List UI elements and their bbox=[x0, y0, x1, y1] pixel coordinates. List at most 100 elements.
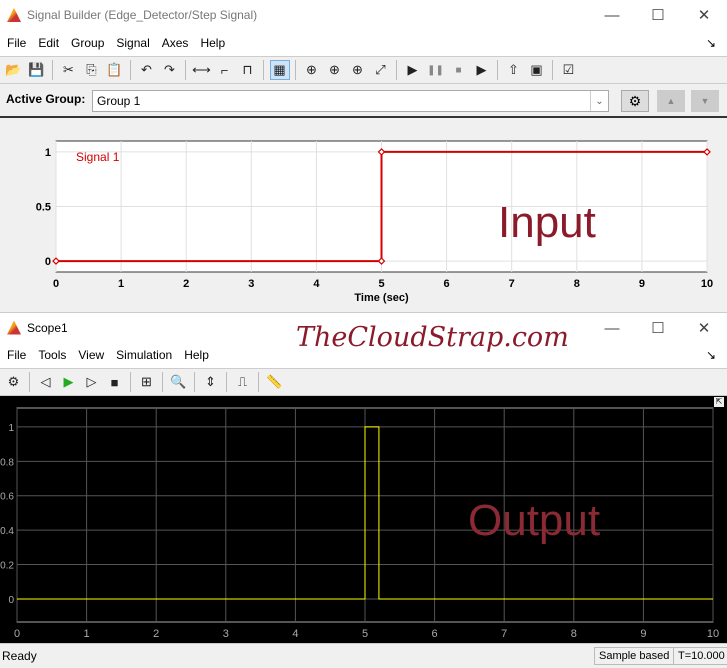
toolbar-separator bbox=[194, 372, 195, 392]
menu-view[interactable]: View bbox=[78, 348, 104, 362]
toolbar-separator bbox=[552, 60, 553, 80]
undock-icon[interactable]: ↘ bbox=[706, 348, 716, 362]
menu-tools[interactable]: Tools bbox=[38, 348, 66, 362]
scope-toolbar: ⚙ ◁ ▶ ▷ ■ ⊞ 🔍 ⇕ ⎍ 📏 bbox=[0, 368, 727, 396]
segment-icon[interactable]: ⟷ bbox=[192, 60, 212, 80]
cut-icon[interactable]: ✂ bbox=[59, 60, 79, 80]
y-tick-label: 0.4 bbox=[0, 526, 14, 537]
stop-icon[interactable]: ■ bbox=[105, 372, 125, 392]
x-tick-label: 0 bbox=[14, 628, 20, 640]
run-icon[interactable]: ▶ bbox=[59, 372, 79, 392]
gear-menu-button[interactable]: ⚙ bbox=[621, 90, 649, 112]
menu-signal[interactable]: Signal bbox=[116, 36, 149, 50]
x-tick-label: 4 bbox=[292, 628, 298, 640]
undo-icon[interactable]: ↶ bbox=[137, 60, 157, 80]
active-group-dropdown[interactable]: Group 1 ⌄ bbox=[92, 90, 609, 112]
verification-icon[interactable]: ☑ bbox=[559, 60, 579, 80]
toolbar-separator bbox=[162, 372, 163, 392]
x-tick-label: 2 bbox=[153, 628, 159, 640]
toolbar-separator bbox=[497, 60, 498, 80]
toolbar-separator bbox=[130, 372, 131, 392]
scope-title: Scope1 bbox=[27, 320, 68, 335]
sim-time: T=10.000 bbox=[673, 647, 727, 665]
step-forward-icon[interactable]: ▷ bbox=[82, 372, 102, 392]
signal-builder-menubar: File Edit Group Signal Axes Help ↘ bbox=[0, 30, 727, 56]
autoscale-icon[interactable]: ⇕ bbox=[201, 372, 221, 392]
menu-edit[interactable]: Edit bbox=[38, 36, 59, 50]
signal-builder-titlebar: Signal Builder (Edge_Detector/Step Signa… bbox=[0, 0, 727, 30]
toolbar-separator bbox=[258, 372, 259, 392]
y-tick-label: 1 bbox=[45, 147, 51, 159]
show-block-icon[interactable]: ▣ bbox=[527, 60, 547, 80]
x-axis-label: Time (sec) bbox=[354, 292, 409, 304]
undock-icon[interactable]: ↘ bbox=[706, 36, 716, 50]
y-tick-label: 0.5 bbox=[36, 202, 51, 214]
menu-help[interactable]: Help bbox=[200, 36, 225, 50]
fit-icon[interactable]: ⤢ bbox=[371, 60, 391, 80]
zoom-icon[interactable]: 🔍 bbox=[169, 372, 189, 392]
copy-icon[interactable]: ⎘ bbox=[82, 60, 102, 80]
window-title: Signal Builder (Edge_Detector/Step Signa… bbox=[27, 8, 258, 22]
x-tick-label: 9 bbox=[640, 628, 646, 640]
maximize-button[interactable]: ☐ bbox=[635, 0, 681, 30]
zoom-y-icon[interactable]: ⊕ bbox=[325, 60, 345, 80]
x-tick-label: 6 bbox=[432, 628, 438, 640]
active-group-label: Active Group: bbox=[6, 92, 86, 106]
scope-plot[interactable]: 0 1 2 3 4 5 6 7 8 9 10 0 0.2 0.4 0.6 0.8 1 bbox=[0, 396, 727, 643]
chevron-down-icon: ⌄ bbox=[590, 91, 608, 111]
menu-axes[interactable]: Axes bbox=[162, 36, 189, 50]
highlight-icon[interactable]: ⊞ bbox=[137, 372, 157, 392]
zoom-xy-icon[interactable]: ⊕ bbox=[348, 60, 368, 80]
y-tick-label: 0 bbox=[8, 595, 14, 606]
toolbar-separator bbox=[295, 60, 296, 80]
sample-mode: Sample based bbox=[594, 647, 675, 665]
x-tick-label: 7 bbox=[501, 628, 507, 640]
maximize-button[interactable]: ☐ bbox=[635, 313, 681, 343]
menu-file[interactable]: File bbox=[7, 36, 26, 50]
menu-group[interactable]: Group bbox=[71, 36, 104, 50]
run-all-icon[interactable]: ▶ bbox=[472, 60, 492, 80]
close-button[interactable]: ✕ bbox=[681, 0, 727, 30]
move-up-button[interactable]: ▲ bbox=[657, 90, 685, 112]
step-back-icon[interactable]: ◁ bbox=[36, 372, 56, 392]
y-tick-label: 1 bbox=[8, 423, 14, 434]
menu-file[interactable]: File bbox=[7, 348, 26, 362]
undock-axes-icon[interactable]: ⇱ bbox=[714, 397, 724, 407]
x-tick-label: 4 bbox=[313, 278, 320, 290]
toolbar-separator bbox=[52, 60, 53, 80]
trigger-icon[interactable]: ⎍ bbox=[233, 372, 253, 392]
signal-builder-toolbar: 📂 💾 ✂ ⎘ 📋 ↶ ↷ ⟷ ⌐ ⊓ ▦ ⊕ ⊕ ⊕ ⤢ ▶ ❚❚ ■ ▶ ⇧ ▣ ☑ bbox=[0, 56, 727, 84]
y-tick-label: 0 bbox=[45, 256, 51, 268]
toolbar-separator bbox=[130, 60, 131, 80]
stop-icon[interactable]: ■ bbox=[449, 60, 469, 80]
save-icon[interactable]: 💾 bbox=[27, 60, 47, 80]
signal-plot[interactable]: 0 1 2 3 4 5 6 7 8 9 10 0 0.5 1 Time (sec) Signal 1 bbox=[0, 118, 727, 312]
move-down-button[interactable]: ▼ bbox=[691, 90, 719, 112]
output-label: Output bbox=[468, 496, 601, 545]
pause-icon[interactable]: ❚❚ bbox=[426, 60, 446, 80]
x-tick-label: 6 bbox=[444, 278, 450, 290]
menu-simulation[interactable]: Simulation bbox=[116, 348, 172, 362]
minimize-button[interactable]: — bbox=[589, 0, 635, 30]
redo-icon[interactable]: ↷ bbox=[160, 60, 180, 80]
close-button[interactable]: ✕ bbox=[681, 313, 727, 343]
zoom-x-icon[interactable]: ⊕ bbox=[302, 60, 322, 80]
grid-icon[interactable]: ▦ bbox=[269, 60, 290, 80]
pulse-icon[interactable]: ⊓ bbox=[238, 60, 258, 80]
signal-plot-panel: 0 1 2 3 4 5 6 7 8 9 10 0 0.5 1 Time (sec) Signal 1 Inpu… bbox=[0, 118, 727, 312]
play-icon[interactable]: ▶ bbox=[403, 60, 423, 80]
open-icon[interactable]: 📂 bbox=[4, 60, 24, 80]
step-up-icon[interactable]: ⌐ bbox=[215, 60, 235, 80]
legend-signal-name: Signal 1 bbox=[76, 150, 120, 164]
up-arrow-icon[interactable]: ⇧ bbox=[504, 60, 524, 80]
toolbar-separator bbox=[226, 372, 227, 392]
menu-help[interactable]: Help bbox=[184, 348, 209, 362]
minimize-button[interactable]: — bbox=[589, 313, 635, 343]
measure-icon[interactable]: 📏 bbox=[265, 372, 285, 392]
paste-icon[interactable]: 📋 bbox=[105, 60, 125, 80]
x-tick-label: 10 bbox=[707, 628, 719, 640]
x-tick-label: 1 bbox=[118, 278, 124, 290]
settings-icon[interactable]: ⚙ bbox=[4, 372, 24, 392]
toolbar-separator bbox=[185, 60, 186, 80]
x-tick-label: 1 bbox=[84, 628, 90, 640]
